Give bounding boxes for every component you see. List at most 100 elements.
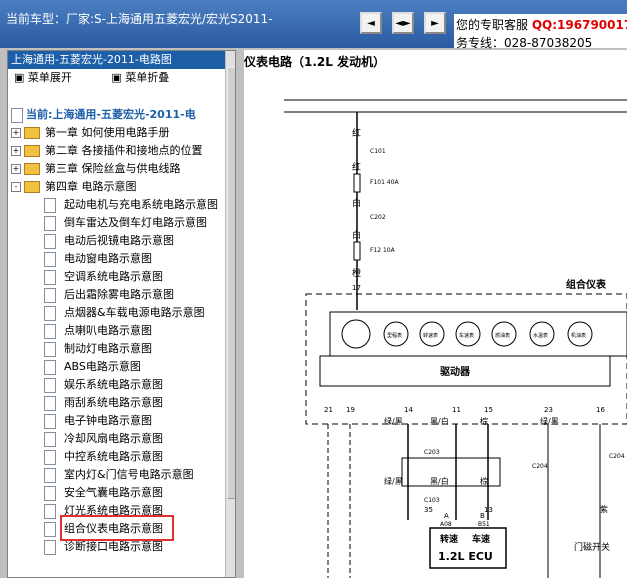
selection-highlight: [60, 515, 174, 541]
gauge-label-tach: 转速表: [423, 332, 438, 339]
title-bar: 当前车型：厂家:S-上海通用五菱宏光/宏光S2011- ◄ ◄► ► 您的专职客…: [0, 0, 627, 50]
label-c202: C202: [370, 214, 386, 221]
tree-chapter-3[interactable]: + 第三章 保险丝盒与供电线路: [11, 161, 181, 177]
wire-label-brown-2: 棕: [480, 476, 488, 486]
expand-all-button[interactable]: ▣ 菜单展开: [14, 71, 90, 84]
tree-item-15[interactable]: 中控系统电路示意图: [44, 449, 163, 465]
document-icon: [11, 107, 23, 123]
folder-icon: [24, 163, 40, 175]
plus-icon[interactable]: +: [11, 128, 21, 138]
tree-item-13[interactable]: 电子钟电路示意图: [44, 413, 152, 429]
circuit-diagram: 仪表电路（1.2L 发动机） 红 C101 红 F101 40A 白 C202 …: [244, 54, 627, 578]
tree-item-10[interactable]: ABS电路示意图: [44, 359, 141, 375]
tree-chapter-2[interactable]: + 第二章 各接插件和接地点的位置: [11, 143, 203, 159]
pin-17: 17: [352, 284, 361, 292]
service-qq[interactable]: QQ:196790017: [532, 18, 627, 32]
gauge-label-odometer: 里程表: [387, 332, 402, 339]
document-icon: [44, 521, 56, 537]
wire-label-brown: 棕: [480, 416, 488, 426]
tree-scrollbar[interactable]: [225, 51, 235, 577]
cluster-label: 组合仪表: [566, 278, 607, 291]
minus-icon[interactable]: -: [11, 182, 21, 192]
diagram-title: 仪表电路（1.2L 发动机）: [244, 54, 385, 69]
document-icon: [44, 431, 56, 447]
pin-13: 13: [484, 506, 493, 514]
tree-chapter-4[interactable]: - 第四章 电路示意图: [11, 179, 137, 195]
tree-item-5[interactable]: 空调系统电路示意图: [44, 269, 163, 285]
tree-item-1[interactable]: 起动电机与充电系统电路示意图: [44, 197, 218, 213]
document-icon: [44, 323, 56, 339]
fit-width-button[interactable]: ◄►: [392, 12, 414, 34]
tree-item-11[interactable]: 娱乐系统电路示意图: [44, 377, 163, 393]
tree-item-7[interactable]: 点烟器&车载电源电路示意图: [44, 305, 205, 321]
plus-icon[interactable]: +: [11, 164, 21, 174]
tree-item-14[interactable]: 冷却风扇电路示意图: [44, 431, 163, 447]
document-icon: [44, 251, 56, 267]
plus-icon[interactable]: +: [11, 146, 21, 156]
wire-label-red-2: 红: [352, 161, 361, 173]
service-line1: 您的专职客服 QQ:196790017: [456, 16, 627, 33]
document-icon: [44, 287, 56, 303]
tree-item-16[interactable]: 室内灯&门信号电路示意图: [44, 467, 194, 483]
label-a08: A08: [440, 521, 452, 528]
document-icon: [44, 395, 56, 411]
tree-current[interactable]: 当前:上海通用-五菱宏光-2011-电: [11, 107, 196, 123]
wire-label-orange: 橙: [352, 267, 361, 279]
pin-11: 11: [452, 406, 461, 414]
folder-icon: [24, 127, 40, 139]
label-b51: B51: [478, 521, 490, 528]
tree-chapter-1[interactable]: + 第一章 如何使用电路手册: [11, 125, 170, 141]
tree-item-20[interactable]: 诊断接口电路示意图: [44, 539, 163, 555]
gauge-label-speed: 车速表: [459, 332, 474, 339]
next-button[interactable]: ►: [424, 12, 446, 34]
tree-item-12[interactable]: 雨刮系统电路示意图: [44, 395, 163, 411]
current-model-title: 当前车型：厂家:S-上海通用五菱宏光/宏光S2011-: [6, 12, 273, 26]
folder-icon: [24, 145, 40, 157]
folder-open-icon: [24, 181, 40, 193]
document-icon: [44, 305, 56, 321]
fuse-f12-icon: [353, 241, 361, 261]
document-icon: [44, 485, 56, 501]
document-icon: [44, 233, 56, 249]
document-icon: [44, 413, 56, 429]
label-c204: C204: [532, 463, 548, 470]
pin-a: A: [444, 512, 449, 520]
tree-header: 上海通用-五菱宏光-2011-电路图: [8, 51, 235, 69]
pin-16: 16: [596, 406, 605, 414]
wire-label-purple: 紫: [600, 505, 608, 514]
tree-item-4[interactable]: 电动窗电路示意图: [44, 251, 152, 267]
gauge-label-oil: 机油表: [571, 332, 586, 339]
cluster-box: [305, 293, 627, 425]
document-icon: [44, 269, 56, 285]
tree-item-2[interactable]: 倒车雷达及倒车灯电路示意图: [44, 215, 207, 231]
wire-label-green-black-3: 绿/黑: [384, 477, 403, 486]
document-icon: [44, 467, 56, 483]
ecu-label: 1.2L ECU: [438, 550, 493, 563]
pin-19: 19: [346, 406, 355, 414]
service-phone: 务专线：028-87038205: [456, 36, 593, 50]
gauge-label-fuel: 燃油表: [495, 332, 510, 339]
prev-button[interactable]: ◄: [360, 12, 382, 34]
tree-scrollbar-thumb[interactable]: [227, 67, 235, 499]
collapse-all-button[interactable]: ▣ 菜单折叠: [111, 71, 187, 84]
document-icon: [44, 215, 56, 231]
document-icon: [44, 359, 56, 375]
tree-item-9[interactable]: 制动灯电路示意图: [44, 341, 152, 357]
service-info: 您的专职客服 QQ:196790017 务专线：028-87038205: [454, 14, 627, 50]
wire-label-black-white: 黑/白: [430, 416, 449, 426]
tree-item-3[interactable]: 电动后视镜电路示意图: [44, 233, 174, 249]
label-c101: C101: [370, 148, 386, 155]
label-c203: C203: [424, 449, 440, 456]
tree-item-17[interactable]: 安全气囊电路示意图: [44, 485, 163, 501]
tree-item-6[interactable]: 后出霜除雾电路示意图: [44, 287, 174, 303]
pin-14: 14: [404, 406, 413, 414]
pin-23: 23: [544, 406, 553, 414]
wire-label-white: 白: [352, 197, 361, 209]
tree-item-8[interactable]: 点喇叭电路示意图: [44, 323, 152, 339]
fuse-f101-icon: [353, 173, 361, 193]
driver-label: 驱动器: [440, 365, 471, 378]
wire-label-black-white-2: 黑/白: [430, 476, 449, 486]
gauge-icon: [341, 319, 371, 349]
circuit-diagram-view[interactable]: 仪表电路（1.2L 发动机） 红 C101 红 F101 40A 白 C202 …: [244, 50, 627, 578]
door-switch-label: 门磁开关: [574, 541, 610, 553]
